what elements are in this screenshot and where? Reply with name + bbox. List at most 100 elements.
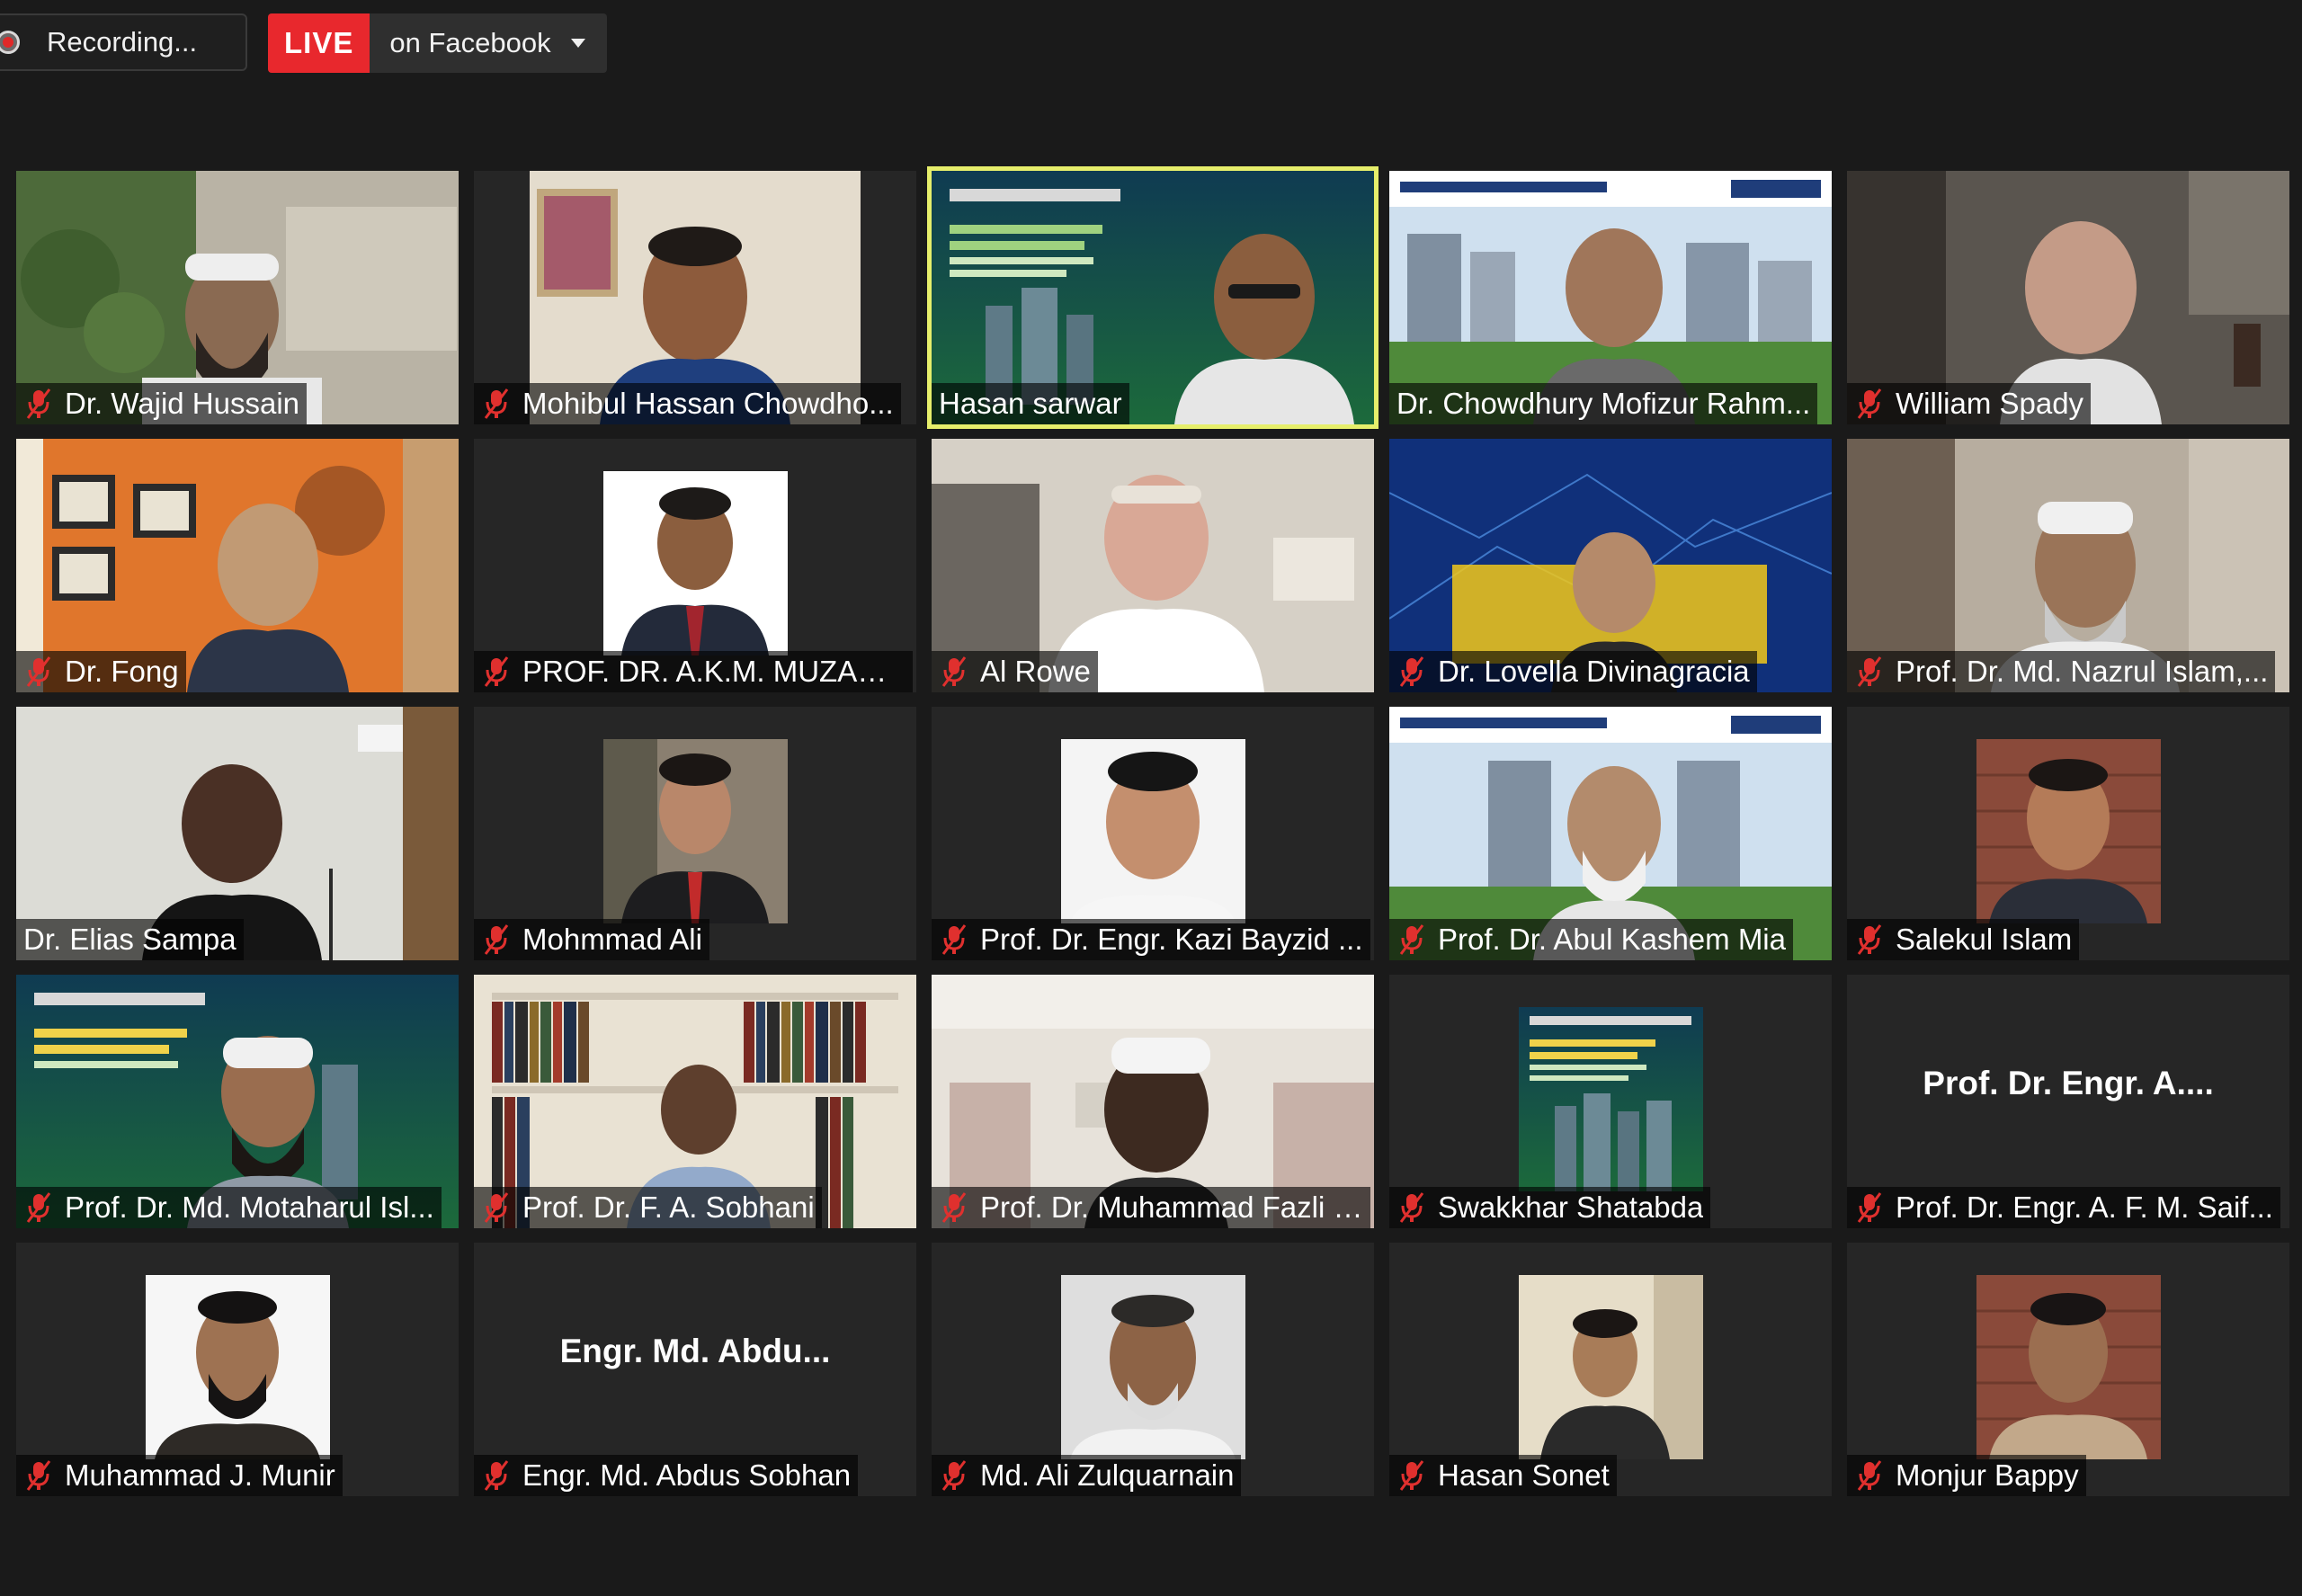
participant-name-bar: Muhammad J. Munir — [16, 1455, 343, 1496]
participant-name: Prof. Dr. F. A. Sobhani — [522, 1190, 815, 1224]
profile-picture — [146, 1275, 330, 1459]
participant-tile[interactable]: Muhammad J. Munir — [16, 1243, 459, 1496]
participant-name-bar: Prof. Dr. Muhammad Fazli I... — [932, 1187, 1370, 1228]
participant-tile[interactable]: Mohibul Hassan Chowdho... — [474, 171, 916, 424]
participant-name: Hasan Sonet — [1438, 1458, 1610, 1492]
participant-name-bar: Hasan sarwar — [932, 383, 1129, 424]
participant-tile-active-speaker[interactable]: Hasan sarwar — [927, 166, 1379, 429]
participant-name-bar: Prof. Dr. Abul Kashem Mia — [1389, 919, 1793, 960]
profile-picture — [1976, 1275, 2161, 1459]
participant-name: Mohmmad Ali — [522, 923, 702, 956]
participant-name: Salekul Islam — [1896, 923, 2073, 956]
participant-tile[interactable]: Prof. Dr. F. A. Sobhani — [474, 975, 916, 1228]
participant-name: Prof. Dr. Md. Nazrul Islam,... — [1896, 655, 2269, 688]
participant-tile[interactable]: Prof. Dr. Engr. Kazi Bayzid ... — [932, 707, 1374, 960]
mic-muted-icon — [1857, 656, 1882, 687]
participant-name-bar: Dr. Lovella Divinagracia — [1389, 651, 1757, 692]
participant-name-bar: Dr. Fong — [16, 651, 186, 692]
participant-tile[interactable]: Dr. Wajid Hussain — [16, 171, 459, 424]
participant-tile[interactable]: Monjur Bappy — [1847, 1243, 2289, 1496]
participant-tile[interactable]: Dr. Lovella Divinagracia — [1389, 439, 1832, 692]
mic-muted-icon — [1857, 924, 1882, 955]
participant-tile[interactable]: Prof. Dr. Muhammad Fazli I... — [932, 975, 1374, 1228]
participant-name: Md. Ali Zulquarnain — [980, 1458, 1235, 1492]
participant-tile[interactable]: Dr. Chowdhury Mofizur Rahm... — [1389, 171, 1832, 424]
participant-tile[interactable]: Swakkhar Shatabda — [1389, 975, 1832, 1228]
participant-name-bar: Monjur Bappy — [1847, 1455, 2086, 1496]
gallery-view: Dr. Wajid Hussain Mohibul Hassan Chowdho… — [16, 166, 2289, 1496]
participant-name: Prof. Dr. Abul Kashem Mia — [1438, 923, 1786, 956]
participant-tile[interactable]: Mohmmad Ali — [474, 707, 916, 960]
participant-tile[interactable]: Engr. Md. Abdu... Engr. Md. Abdus Sobhan — [474, 1243, 916, 1496]
mic-muted-icon — [941, 1192, 967, 1223]
participant-tile[interactable]: PROF. DR. A.K.M. MUZAHI... — [474, 439, 916, 692]
participant-name-bar: Engr. Md. Abdus Sobhan — [474, 1455, 859, 1496]
profile-picture — [1061, 739, 1245, 923]
participant-name-bar: Hasan Sonet — [1389, 1455, 1617, 1496]
participant-name: Dr. Lovella Divinagracia — [1438, 655, 1750, 688]
mic-muted-icon — [941, 1460, 967, 1491]
live-stream-dropdown[interactable]: on Facebook — [370, 13, 607, 73]
mic-muted-icon — [941, 924, 967, 955]
participant-name: Dr. Elias Sampa — [23, 923, 236, 956]
participant-tile[interactable]: Dr. Elias Sampa — [16, 707, 459, 960]
participant-name: Dr. Fong — [65, 655, 179, 688]
participant-tile[interactable]: Prof. Dr. Engr. A.... Prof. Dr. Engr. A.… — [1847, 975, 2289, 1228]
participant-name-bar: Dr. Wajid Hussain — [16, 383, 308, 424]
participant-tile[interactable]: Hasan Sonet — [1389, 1243, 1832, 1496]
mic-muted-icon — [1399, 656, 1424, 687]
participant-name: Mohibul Hassan Chowdho... — [522, 387, 894, 420]
participant-name: Muhammad J. Munir — [65, 1458, 335, 1492]
participant-name-bar: Prof. Dr. Engr. A. F. M. Saif... — [1847, 1187, 2280, 1228]
mic-muted-icon — [1399, 924, 1424, 955]
participant-name-bar: Prof. Dr. Md. Motaharul Isl... — [16, 1187, 442, 1228]
participant-name: Prof. Dr. Engr. A. F. M. Saif... — [1896, 1190, 2273, 1224]
mic-muted-icon — [1857, 1192, 1882, 1223]
participant-name: Prof. Dr. Engr. Kazi Bayzid ... — [980, 923, 1363, 956]
mic-muted-icon — [484, 1192, 509, 1223]
recording-indicator[interactable]: Recording... — [0, 13, 247, 71]
participant-tile[interactable]: William Spady — [1847, 171, 2289, 424]
profile-picture — [1061, 1275, 1245, 1459]
participant-name-bar: Prof. Dr. F. A. Sobhani — [474, 1187, 822, 1228]
participant-tile[interactable]: Prof. Dr. Abul Kashem Mia — [1389, 707, 1832, 960]
participant-tile[interactable]: Dr. Fong — [16, 439, 459, 692]
participant-tile[interactable]: Prof. Dr. Md. Motaharul Isl... — [16, 975, 459, 1228]
mic-muted-icon — [484, 656, 509, 687]
participant-avatar-name: Engr. Md. Abdu... — [559, 1333, 831, 1369]
mic-muted-icon — [26, 1192, 51, 1223]
participant-name: Engr. Md. Abdus Sobhan — [522, 1458, 852, 1492]
mic-muted-icon — [1857, 388, 1882, 419]
participant-name-bar: Swakkhar Shatabda — [1389, 1187, 1711, 1228]
profile-picture — [1519, 1007, 1703, 1191]
mic-muted-icon — [26, 388, 51, 419]
participant-name: Al Rowe — [980, 655, 1091, 688]
participant-name-bar: Dr. Elias Sampa — [16, 919, 244, 960]
profile-picture — [603, 739, 788, 923]
participant-name: Monjur Bappy — [1896, 1458, 2079, 1492]
participant-name: Dr. Wajid Hussain — [65, 387, 300, 420]
live-badge: LIVE — [268, 13, 370, 73]
participant-name: PROF. DR. A.K.M. MUZAHI... — [522, 655, 906, 688]
recording-label: Recording... — [47, 26, 198, 58]
participant-name: Swakkhar Shatabda — [1438, 1190, 1704, 1224]
mic-muted-icon — [484, 388, 509, 419]
participant-name-bar: Dr. Chowdhury Mofizur Rahm... — [1389, 383, 1818, 424]
participant-tile[interactable]: Md. Ali Zulquarnain — [932, 1243, 1374, 1496]
mic-muted-icon — [941, 656, 967, 687]
participant-tile[interactable]: Salekul Islam — [1847, 707, 2289, 960]
live-stream-control[interactable]: LIVE on Facebook — [268, 13, 607, 73]
mic-muted-icon — [1399, 1192, 1424, 1223]
participant-name-bar: Md. Ali Zulquarnain — [932, 1455, 1242, 1496]
participant-avatar-name: Prof. Dr. Engr. A.... — [1923, 1065, 2214, 1101]
mic-muted-icon — [1857, 1460, 1882, 1491]
meeting-top-bar: Recording... LIVE on Facebook — [0, 0, 2302, 90]
participant-tile[interactable]: Prof. Dr. Md. Nazrul Islam,... — [1847, 439, 2289, 692]
participant-name-bar: Mohmmad Ali — [474, 919, 709, 960]
participant-name: Hasan sarwar — [939, 387, 1122, 420]
participant-name: Prof. Dr. Muhammad Fazli I... — [980, 1190, 1363, 1224]
caret-down-icon — [570, 39, 585, 48]
participant-name: William Spady — [1896, 387, 2084, 420]
mic-muted-icon — [484, 924, 509, 955]
participant-tile[interactable]: Al Rowe — [932, 439, 1374, 692]
